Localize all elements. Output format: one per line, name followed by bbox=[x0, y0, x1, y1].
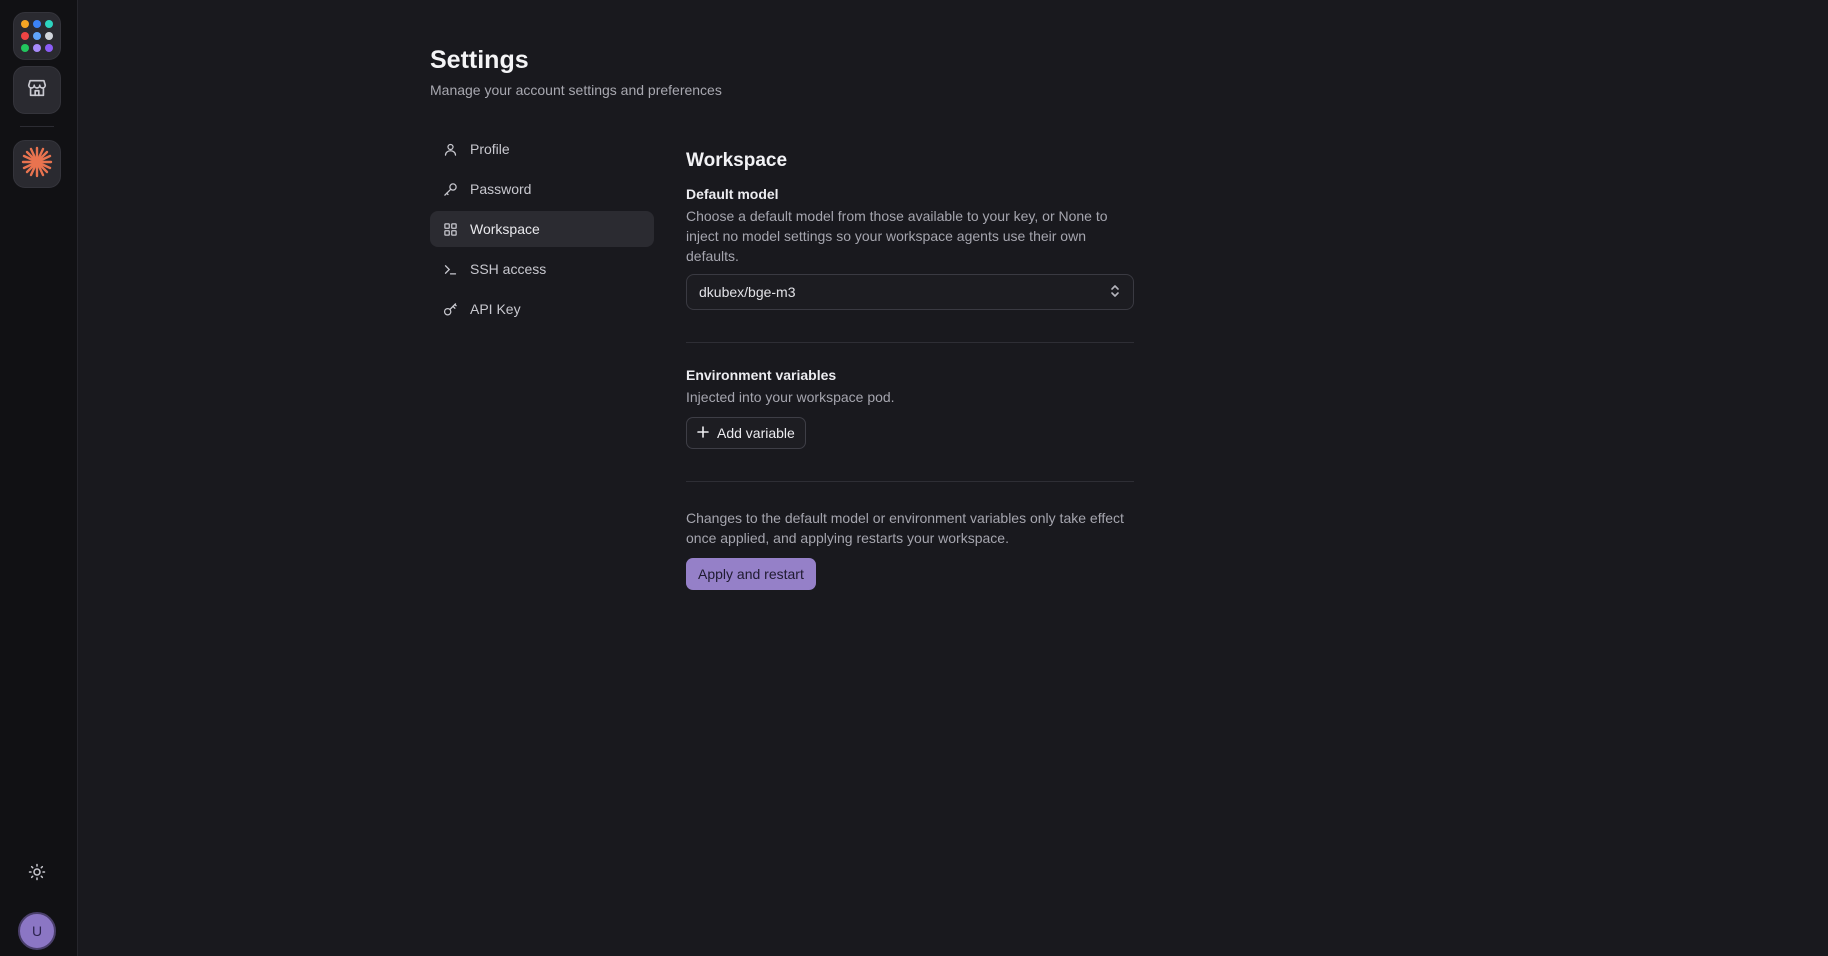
nav-item-profile[interactable]: Profile bbox=[430, 131, 654, 167]
grid-icon bbox=[442, 221, 458, 237]
nav-item-label: API Key bbox=[470, 301, 521, 317]
default-model-select[interactable]: dkubex/bge-m3 bbox=[686, 274, 1134, 310]
rail-divider bbox=[20, 126, 54, 127]
nav-item-label: Profile bbox=[470, 141, 510, 157]
apply-section: Changes to the default model or environm… bbox=[686, 508, 1134, 590]
workspace-panel: Workspace Default model Choose a default… bbox=[686, 150, 1134, 590]
default-model-field: Default model Choose a default model fro… bbox=[686, 186, 1134, 310]
nav-item-label: Password bbox=[470, 181, 532, 197]
theme-toggle-button[interactable] bbox=[25, 862, 49, 886]
avatar-initial: U bbox=[31, 923, 43, 939]
terminal-icon bbox=[442, 261, 458, 277]
apps-button[interactable] bbox=[13, 12, 61, 60]
app-launch-button[interactable] bbox=[13, 140, 61, 188]
nav-item-ssh-access[interactable]: SSH access bbox=[430, 251, 654, 287]
storefront-icon bbox=[26, 77, 48, 104]
add-variable-label: Add variable bbox=[717, 425, 795, 441]
key-icon bbox=[442, 181, 458, 197]
divider bbox=[686, 342, 1134, 343]
chevron-up-down-icon bbox=[1109, 284, 1121, 301]
nav-item-label: Workspace bbox=[470, 221, 540, 237]
nav-item-api-key[interactable]: API Key bbox=[430, 291, 654, 327]
env-vars-field: Environment variables Injected into your… bbox=[686, 367, 1134, 449]
env-vars-description: Injected into your workspace pod. bbox=[686, 389, 895, 405]
default-model-label: Default model bbox=[686, 186, 779, 202]
store-button[interactable] bbox=[13, 66, 61, 114]
plus-icon bbox=[697, 425, 709, 441]
user-icon bbox=[442, 141, 458, 157]
page-title: Settings bbox=[430, 46, 529, 74]
settings-nav: Profile Password Workspace SSH access AP… bbox=[430, 131, 654, 331]
add-variable-button[interactable]: Add variable bbox=[686, 417, 806, 449]
section-title: Workspace bbox=[686, 150, 788, 171]
page-subtitle: Manage your account settings and prefere… bbox=[430, 82, 722, 98]
apply-button-label: Apply and restart bbox=[698, 566, 804, 582]
nav-item-label: SSH access bbox=[470, 261, 547, 277]
avatar[interactable]: U bbox=[18, 912, 56, 950]
apply-and-restart-button[interactable]: Apply and restart bbox=[686, 558, 816, 590]
nav-item-password[interactable]: Password bbox=[430, 171, 654, 207]
starburst-logo-icon bbox=[20, 145, 54, 184]
nav-item-workspace[interactable]: Workspace bbox=[430, 211, 654, 247]
sun-icon bbox=[28, 863, 46, 886]
apply-note: Changes to the default model or environm… bbox=[686, 510, 1124, 546]
env-vars-label: Environment variables bbox=[686, 367, 837, 383]
default-model-description: Choose a default model from those availa… bbox=[686, 208, 1108, 264]
default-model-value: dkubex/bge-m3 bbox=[699, 284, 796, 300]
api-key-icon bbox=[442, 301, 458, 317]
divider bbox=[686, 481, 1134, 482]
apps-grid-icon bbox=[21, 20, 53, 52]
app-rail: U bbox=[0, 0, 78, 956]
